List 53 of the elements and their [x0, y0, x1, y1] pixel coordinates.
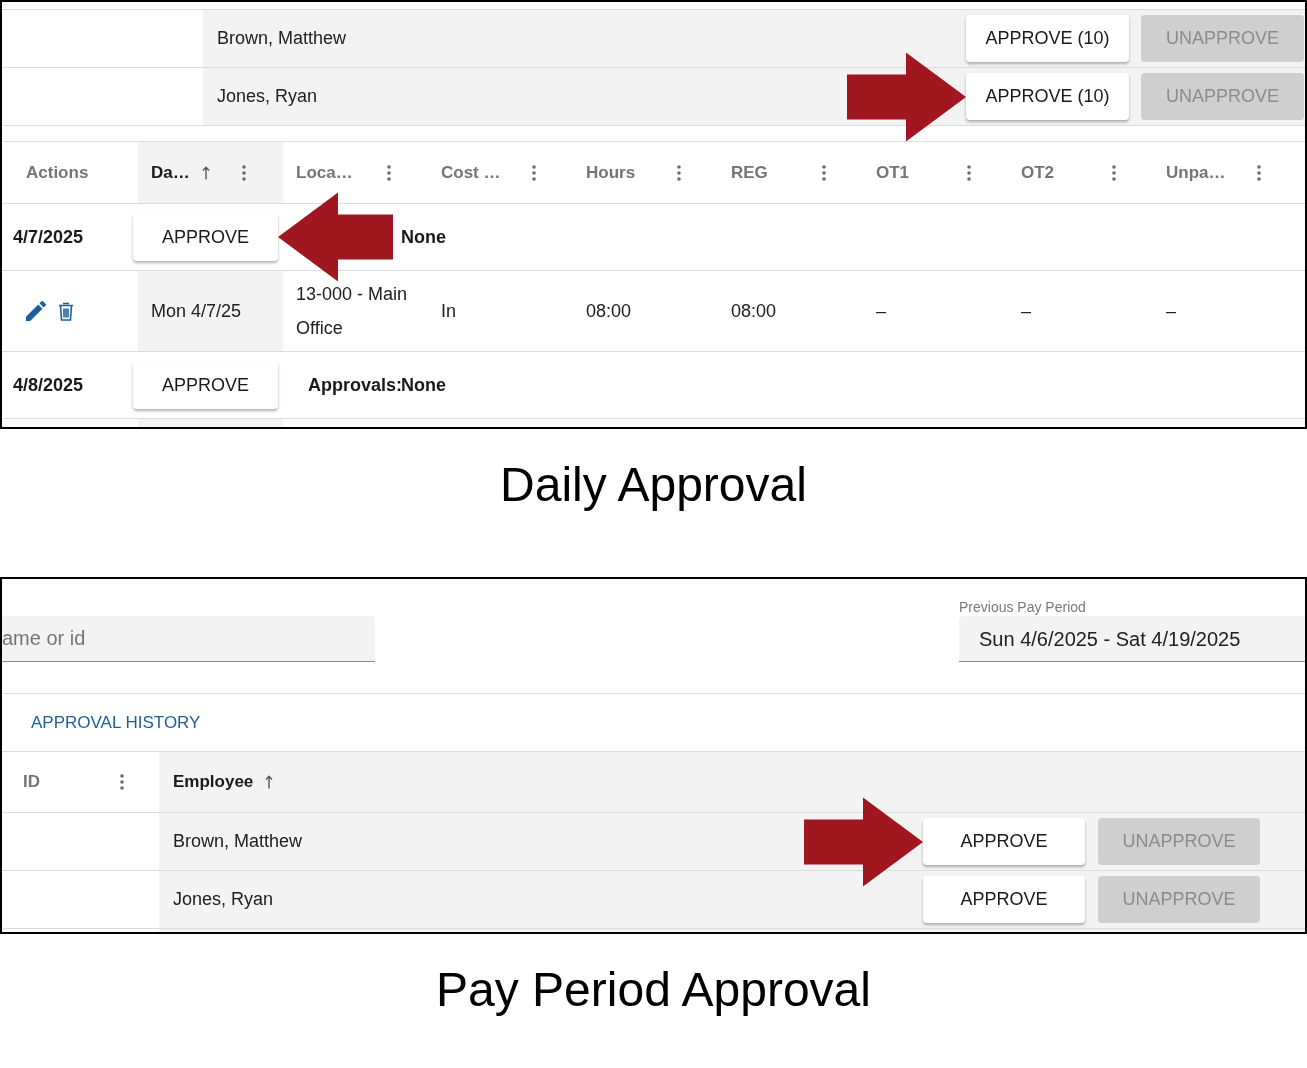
- column-header[interactable]: OT1: [863, 142, 1008, 203]
- column-header[interactable]: Hours: [573, 142, 718, 203]
- table-cell-text: In: [441, 300, 456, 323]
- column-menu-icon[interactable]: [967, 164, 971, 181]
- column-header[interactable]: Da…: [138, 142, 283, 203]
- day-date: 4/7/2025: [13, 225, 84, 249]
- column-menu-icon[interactable]: [387, 164, 391, 181]
- column-header[interactable]: Loca…: [283, 142, 428, 203]
- table-cell-text: 08:00: [586, 300, 632, 323]
- approvals-label: Approvals:: [308, 373, 403, 397]
- approve-button[interactable]: APPROVE: [923, 818, 1085, 865]
- approve-button[interactable]: APPROVE: [133, 213, 278, 261]
- day-date: 4/8/2025: [13, 373, 84, 397]
- approve-button[interactable]: APPROVE (10): [966, 73, 1129, 120]
- column-header[interactable]: Cost …: [428, 142, 573, 203]
- column-header[interactable]: REG: [718, 142, 863, 203]
- employee-name: Jones, Ryan: [173, 888, 274, 911]
- table-cell-text: –: [876, 300, 886, 323]
- column-menu-icon[interactable]: [532, 164, 536, 181]
- column-menu-icon[interactable]: [1257, 164, 1261, 181]
- column-menu-icon[interactable]: [120, 774, 124, 790]
- table-cell-text: –: [1166, 300, 1176, 323]
- column-header[interactable]: Actions: [2, 142, 138, 203]
- approve-button[interactable]: APPROVE: [133, 361, 278, 409]
- column-menu-icon[interactable]: [822, 164, 826, 181]
- field-label: Previous Pay Period: [959, 599, 1086, 615]
- search-field[interactable]: ame or id: [2, 616, 375, 662]
- table-cell-text: 08:00: [731, 300, 777, 323]
- sort-arrow-icon: [265, 775, 274, 789]
- trash-icon[interactable]: [58, 301, 74, 321]
- approve-button[interactable]: APPROVE: [923, 876, 1085, 923]
- pencil-icon[interactable]: [26, 301, 46, 321]
- approve-button[interactable]: APPROVE (10): [966, 15, 1129, 62]
- table-cell: Mon 4/7/25: [138, 271, 283, 351]
- employee-name: Jones, Ryan: [217, 85, 318, 108]
- column-header[interactable]: Employee: [159, 752, 1305, 812]
- approvals-value: None: [401, 373, 446, 397]
- column-header[interactable]: Unpa…: [1153, 142, 1298, 203]
- column-header[interactable]: OT2: [1008, 142, 1153, 203]
- pay-period-select[interactable]: Sun 4/6/2025 - Sat 4/19/2025: [959, 616, 1305, 662]
- column-menu-icon[interactable]: [677, 164, 681, 181]
- column-header[interactable]: ID: [2, 752, 159, 812]
- column-menu-icon[interactable]: [1112, 164, 1116, 181]
- table-cell-text: –: [1021, 300, 1031, 323]
- approval-history-button[interactable]: APPROVAL HISTORY: [23, 703, 209, 742]
- approvals-value: None: [401, 225, 446, 249]
- table-cell-text: 13-000 - Main Office: [296, 283, 409, 340]
- column-menu-icon[interactable]: [242, 164, 246, 181]
- figure-caption: Daily Approval: [500, 459, 807, 511]
- sort-arrow-icon: [201, 165, 210, 180]
- figure-caption: Pay Period Approval: [436, 964, 871, 1016]
- employee-name: Brown, Matthew: [173, 830, 303, 853]
- employee-name: Brown, Matthew: [217, 27, 347, 50]
